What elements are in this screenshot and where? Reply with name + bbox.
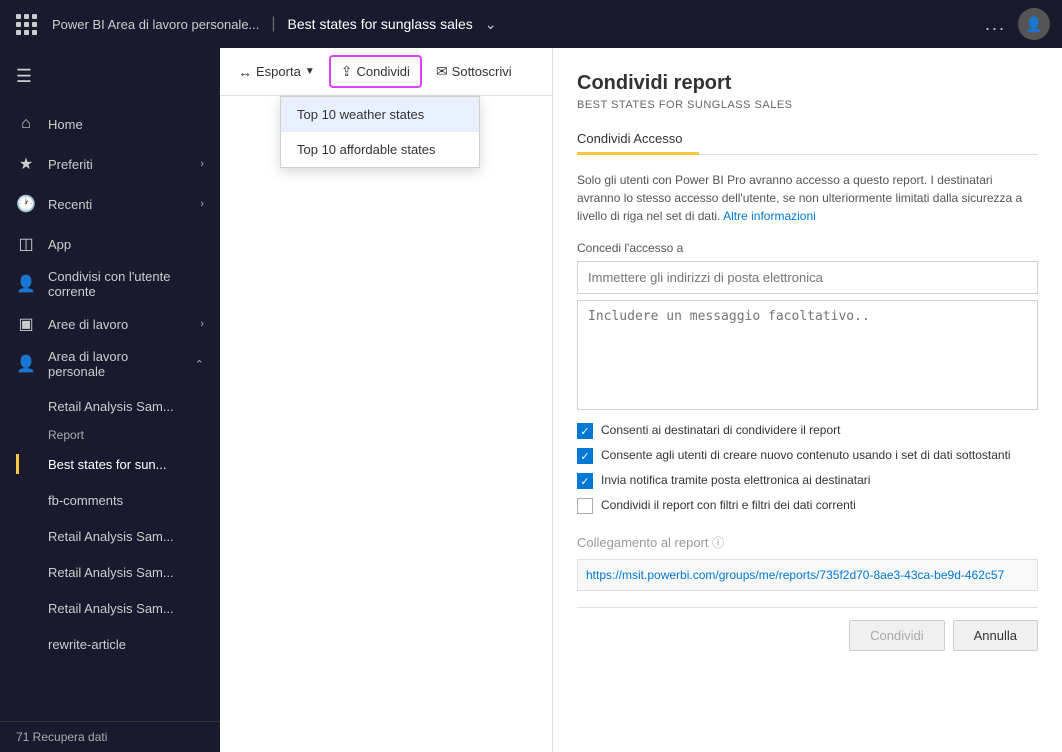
avatar[interactable]: 👤: [1018, 8, 1050, 40]
sidebar-recenti-label: Recenti: [48, 197, 188, 212]
sidebar-item-recenti[interactable]: 🕐 Recenti ›: [0, 184, 220, 224]
sidebar-home-label: Home: [48, 117, 204, 132]
sidebar-workspace-section: Retail Analysis Sam... Report Best state…: [0, 384, 220, 666]
topbar-report-title: Best states for sunglass sales: [288, 16, 473, 32]
sidebar-aree-label: Aree di lavoro: [48, 317, 188, 332]
sidebar-top: ☰: [0, 48, 220, 104]
topbar-right: ... 👤: [985, 8, 1050, 40]
checkbox-row-2: ✓ Consente agli utenti di creare nuovo c…: [577, 447, 1038, 464]
checkbox-3-label: Invia notifica tramite posta elettronica…: [601, 472, 870, 489]
content-area: ↔ Esporta ▼ ⇪ Condividi ✉ Sottoscrivi To…: [220, 48, 552, 752]
panel-link-label: Collegamento al report ⓘ: [577, 534, 1038, 551]
main-layout: ☰ ⌂ Home ★ Preferiti › 🕐 Recenti › ◫ App…: [0, 48, 1062, 752]
sidebar: ☰ ⌂ Home ★ Preferiti › 🕐 Recenti › ◫ App…: [0, 48, 220, 752]
condividi-button[interactable]: ⇪ Condividi: [329, 55, 422, 88]
chevron-up-icon: ⌃: [195, 358, 204, 371]
topbar-separator: |: [271, 15, 275, 33]
chevron-right-icon: ›: [200, 318, 204, 330]
panel-link-section: Collegamento al report ⓘ https://msit.po…: [577, 534, 1038, 591]
sidebar-retail-sam2[interactable]: Retail Analysis Sam...: [0, 518, 220, 554]
sidebar-best-states[interactable]: Best states for sun...: [0, 446, 220, 482]
topbar-app-name: Power BI Area di lavoro personale...: [52, 17, 259, 32]
checkbox-4-label: Condividi il report con filtri e filtri …: [601, 497, 856, 514]
sidebar-preferiti-label: Preferiti: [48, 157, 188, 172]
waffle-icon: [16, 14, 37, 35]
person-icon: 👤: [16, 274, 36, 294]
sidebar-item-condivisi[interactable]: 👤 Condivisi con l'utente corrente: [0, 264, 220, 304]
dropdown-item-weather[interactable]: Top 10 weather states: [281, 97, 479, 132]
panel-subtitle: BEST STATES FOR SUNGLASS SALES: [577, 99, 1038, 111]
sidebar-report-section-label: Report: [0, 424, 220, 446]
sidebar-item-home[interactable]: ⌂ Home: [0, 104, 220, 144]
sidebar-rewrite-article[interactable]: rewrite-article: [0, 626, 220, 662]
subscribe-icon: ✉: [436, 63, 448, 80]
panel-title: Condividi report: [577, 72, 1038, 95]
info-icon: ⓘ: [712, 536, 724, 550]
checkbox-row-1: ✓ Consenti ai destinatari di condividere…: [577, 422, 1038, 439]
waffle-button[interactable]: [12, 10, 40, 38]
esporta-button[interactable]: ↔ Esporta ▼: [228, 58, 325, 86]
sidebar-fb-comments[interactable]: fb-comments: [0, 482, 220, 518]
dropdown-menu: Top 10 weather states Top 10 affordable …: [280, 96, 480, 168]
sidebar-item-aree[interactable]: ▣ Aree di lavoro ›: [0, 304, 220, 344]
sottoscrivi-button[interactable]: ✉ Sottoscrivi: [426, 57, 522, 86]
condividi-panel: Condividi report BEST STATES FOR SUNGLAS…: [552, 48, 1062, 752]
sidebar-retail-sam1[interactable]: Retail Analysis Sam...: [0, 388, 220, 424]
sidebar-item-preferiti[interactable]: ★ Preferiti ›: [0, 144, 220, 184]
clock-icon: 🕐: [16, 194, 36, 214]
dropdown-item-affordable[interactable]: Top 10 affordable states: [281, 132, 479, 167]
condividi-submit-button[interactable]: Condividi: [849, 620, 944, 651]
panel-access-label: Concedi l'accesso a: [577, 241, 1038, 255]
panel-tabs: Condividi Accesso: [577, 123, 1038, 155]
message-textarea[interactable]: [577, 300, 1038, 410]
sidebar-app-label: App: [48, 237, 204, 252]
sidebar-retail-sam3[interactable]: Retail Analysis Sam...: [0, 554, 220, 590]
export-icon: ↔: [238, 64, 252, 80]
annulla-button[interactable]: Annulla: [953, 620, 1038, 651]
email-input[interactable]: [577, 261, 1038, 294]
panel-info-text: Solo gli utenti con Power BI Pro avranno…: [577, 171, 1038, 225]
checkbox-2-label: Consente agli utenti di creare nuovo con…: [601, 447, 1011, 464]
sidebar-item-area-personale[interactable]: 👤 Area di lavoro personale ⌃: [0, 344, 220, 384]
topbar-more-button[interactable]: ...: [985, 14, 1006, 35]
checkbox-4[interactable]: ✓: [577, 498, 593, 514]
app-icon: ◫: [16, 234, 36, 254]
chevron-right-icon: ›: [200, 198, 204, 210]
toolbar: ↔ Esporta ▼ ⇪ Condividi ✉ Sottoscrivi: [220, 48, 552, 96]
sidebar-footer: 71 Recupera dati: [0, 721, 220, 752]
tab-condividi-accesso[interactable]: Condividi Accesso: [577, 123, 699, 154]
panel-link-url[interactable]: https://msit.powerbi.com/groups/me/repor…: [577, 559, 1038, 591]
workspace-icon: ▣: [16, 314, 36, 334]
sidebar-item-app[interactable]: ◫ App: [0, 224, 220, 264]
chevron-down-icon: ▼: [305, 66, 315, 77]
home-icon: ⌂: [16, 115, 36, 133]
person-circle-icon: 👤: [16, 354, 36, 374]
checkbox-1[interactable]: ✓: [577, 423, 593, 439]
panel-footer: Condividi Annulla: [577, 607, 1038, 651]
checkbox-row-3: ✓ Invia notifica tramite posta elettroni…: [577, 472, 1038, 489]
checkbox-2[interactable]: ✓: [577, 448, 593, 464]
topbar: Power BI Area di lavoro personale... | B…: [0, 0, 1062, 48]
chevron-down-icon[interactable]: ⌄: [485, 16, 497, 33]
chevron-right-icon: ›: [200, 158, 204, 170]
checkbox-1-label: Consenti ai destinatari di condividere i…: [601, 422, 840, 439]
sidebar-condivisi-label: Condivisi con l'utente corrente: [48, 269, 204, 299]
sidebar-retail-sam4[interactable]: Retail Analysis Sam...: [0, 590, 220, 626]
panel-info-link[interactable]: Altre informazioni: [723, 209, 816, 223]
star-icon: ★: [16, 154, 36, 174]
hamburger-button[interactable]: ☰: [0, 56, 48, 96]
sidebar-area-personale-label: Area di lavoro personale: [48, 349, 183, 379]
share-icon: ⇪: [341, 63, 353, 80]
checkbox-3[interactable]: ✓: [577, 473, 593, 489]
checkbox-row-4: ✓ Condividi il report con filtri e filtr…: [577, 497, 1038, 514]
